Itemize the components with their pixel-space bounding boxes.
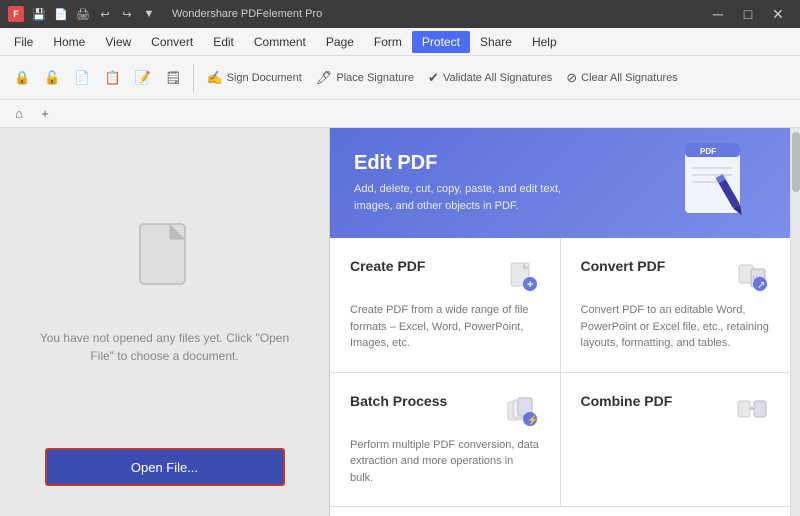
toolbar-doc2[interactable]: 📋 <box>99 66 127 90</box>
create-pdf-icon: + <box>504 258 540 294</box>
window-controls: ─ □ ✕ <box>704 0 792 28</box>
clear-signatures-button[interactable]: ⊘ Clear All Signatures <box>560 66 684 90</box>
convert-pdf-card[interactable]: Convert PDF W ↗ Convert PDF to an editab… <box>561 238 791 372</box>
titlebar: F 💾 📄 🖨 ↩ ↪ ▼ Wondershare PDFelement Pro… <box>0 0 800 28</box>
batch-process-icon: ⚡ <box>504 393 540 429</box>
clear-signatures-label: Clear All Signatures <box>581 72 678 84</box>
menu-view[interactable]: View <box>95 31 141 53</box>
create-pdf-title: Create PDF <box>350 258 425 274</box>
menu-home[interactable]: Home <box>43 31 95 53</box>
print-icon[interactable]: 🖨 <box>74 5 92 23</box>
open-file-button[interactable]: Open File... <box>45 448 285 486</box>
svg-text:+: + <box>527 279 533 291</box>
doc2-icon: 📋 <box>105 70 121 86</box>
svg-text:↗: ↗ <box>757 280 765 291</box>
doc3-icon: 📝 <box>135 70 151 86</box>
create-pdf-header: Create PDF + <box>350 258 540 294</box>
menu-help[interactable]: Help <box>522 31 567 53</box>
maximize-button[interactable]: □ <box>734 0 762 28</box>
place-signature-button[interactable]: 🖊 Place Signature <box>310 66 420 90</box>
dropdown-icon[interactable]: ▼ <box>140 5 158 23</box>
combine-pdf-header: Combine PDF + <box>581 393 771 429</box>
menu-form[interactable]: Form <box>364 31 412 53</box>
validate-signatures-label: Validate All Signatures <box>443 72 552 84</box>
lock-icon: 🔒 <box>14 70 30 86</box>
batch-process-description: Perform multiple PDF conversion, data ex… <box>350 437 540 487</box>
create-pdf-description: Create PDF from a wide range of file for… <box>350 302 540 352</box>
svg-text:PDF: PDF <box>700 147 716 156</box>
toolbar: 🔒 🔓 📄 📋 📝 🗒 ✍ Sign Document 🖊 Place Sign… <box>0 56 800 100</box>
combine-pdf-title: Combine PDF <box>581 393 673 409</box>
svg-text:⚡: ⚡ <box>527 414 538 426</box>
hero-title: Edit PDF <box>354 152 574 175</box>
sign-document-button[interactable]: ✍ Sign Document <box>200 66 307 90</box>
menu-convert[interactable]: Convert <box>141 31 203 53</box>
minimize-button[interactable]: ─ <box>704 0 732 28</box>
place-sig-icon: 🖊 <box>316 70 333 86</box>
no-file-message: You have not opened any files yet. Click… <box>0 329 329 365</box>
redo-icon[interactable]: ↪ <box>118 5 136 23</box>
edit-pdf-hero[interactable]: Edit PDF Add, delete, cut, copy, paste, … <box>330 128 790 238</box>
titlebar-left: F 💾 📄 🖨 ↩ ↪ ▼ Wondershare PDFelement Pro <box>8 5 322 23</box>
new-icon[interactable]: 📄 <box>52 5 70 23</box>
toolbar-doc4[interactable]: 🗒 <box>159 66 188 90</box>
batch-process-header: Batch Process ⚡ <box>350 393 540 429</box>
menubar: File Home View Convert Edit Comment Page… <box>0 28 800 56</box>
validate-signatures-button[interactable]: ✔ Validate All Signatures <box>422 66 558 90</box>
main-layout: You have not opened any files yet. Click… <box>0 128 800 516</box>
add-icon: + <box>41 106 49 121</box>
batch-process-card[interactable]: Batch Process ⚡ Perform multiple PDF con… <box>330 373 560 507</box>
menu-edit[interactable]: Edit <box>203 31 244 53</box>
scrollbar-thumb[interactable] <box>792 132 800 192</box>
app-icon: F <box>8 6 24 22</box>
menu-page[interactable]: Page <box>316 31 364 53</box>
pdf-templates-card[interactable]: PDF Templates <box>330 507 790 516</box>
undo-icon[interactable]: ↩ <box>96 5 114 23</box>
home-icon: ⌂ <box>15 106 23 121</box>
place-signature-label: Place Signature <box>336 72 414 84</box>
toolbar-doc1[interactable]: 📄 <box>68 66 96 90</box>
hero-illustration: PDF <box>660 128 780 238</box>
combine-pdf-icon: + <box>734 393 770 429</box>
toolbar-lock1[interactable]: 🔒 <box>8 66 36 90</box>
svg-text:+: + <box>749 404 755 415</box>
quickbar: ⌂ + <box>0 100 800 128</box>
doc4-icon: 🗒 <box>165 70 182 86</box>
titlebar-tools: 💾 📄 🖨 ↩ ↪ ▼ <box>30 5 158 23</box>
hero-description: Add, delete, cut, copy, paste, and edit … <box>354 181 574 214</box>
file-placeholder-icon <box>130 219 200 313</box>
add-tab-button[interactable]: + <box>34 103 56 125</box>
menu-share[interactable]: Share <box>470 31 522 53</box>
convert-pdf-header: Convert PDF W ↗ <box>581 258 771 294</box>
toolbar-lock2[interactable]: 🔓 <box>38 66 66 90</box>
sign-document-label: Sign Document <box>227 72 302 84</box>
home-button[interactable]: ⌂ <box>8 103 30 125</box>
convert-pdf-icon: W ↗ <box>734 258 770 294</box>
close-button[interactable]: ✕ <box>764 0 792 28</box>
batch-process-title: Batch Process <box>350 393 447 409</box>
toolbar-doc3[interactable]: 📝 <box>129 66 157 90</box>
menu-comment[interactable]: Comment <box>244 31 316 53</box>
hero-text: Edit PDF Add, delete, cut, copy, paste, … <box>354 152 574 214</box>
scrollbar[interactable] <box>790 128 800 516</box>
unlock-icon: 🔓 <box>44 70 60 86</box>
validate-icon: ✔ <box>428 70 439 86</box>
convert-pdf-description: Convert PDF to an editable Word, PowerPo… <box>581 302 771 352</box>
clear-icon: ⊘ <box>566 70 577 86</box>
toolbar-sep1 <box>193 64 194 92</box>
convert-pdf-title: Convert PDF <box>581 258 666 274</box>
left-panel: You have not opened any files yet. Click… <box>0 128 330 516</box>
doc-icon: 📄 <box>74 70 90 86</box>
create-pdf-card[interactable]: Create PDF + Create PDF from a wide rang… <box>330 238 560 372</box>
feature-grid: Create PDF + Create PDF from a wide rang… <box>330 238 790 516</box>
save-icon[interactable]: 💾 <box>30 5 48 23</box>
right-panel: Edit PDF Add, delete, cut, copy, paste, … <box>330 128 790 516</box>
app-title: Wondershare PDFelement Pro <box>172 8 322 20</box>
combine-pdf-card[interactable]: Combine PDF + <box>561 373 791 507</box>
menu-file[interactable]: File <box>4 31 43 53</box>
sign-icon: ✍ <box>206 70 222 86</box>
menu-protect[interactable]: Protect <box>412 31 470 53</box>
